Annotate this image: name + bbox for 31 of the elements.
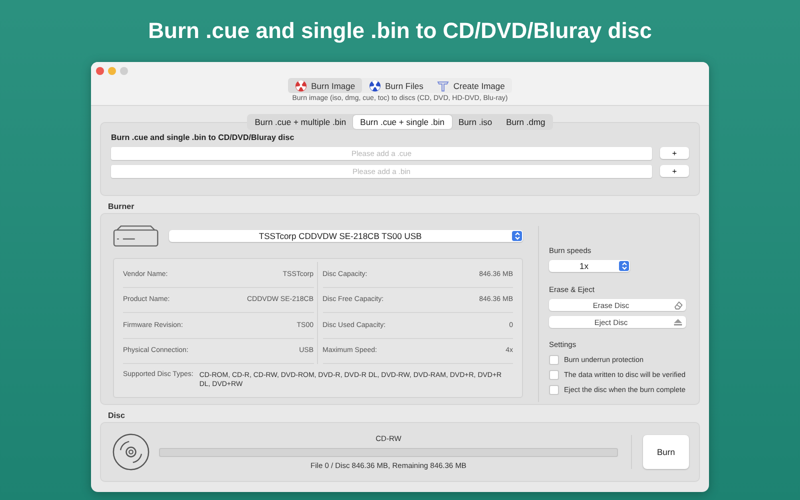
toolbar-button[interactable]: Burn Files: [362, 78, 430, 93]
tab[interactable]: Burn .dmg: [499, 115, 552, 129]
checkbox[interactable]: [549, 354, 559, 364]
checkbox[interactable]: [549, 384, 559, 394]
stepper-icon: [619, 261, 629, 271]
burn-button[interactable]: Burn: [643, 435, 689, 469]
hammer-icon: [437, 80, 450, 92]
zoom-button[interactable]: [120, 67, 128, 75]
radiation-icon: [295, 80, 308, 92]
tab[interactable]: Burn .iso: [452, 115, 500, 129]
headline: Burn .cue and single .bin to CD/DVD/Bluray disc: [147, 17, 653, 45]
eraser-icon: [673, 300, 683, 310]
tab[interactable]: Burn .cue + single .bin: [353, 115, 452, 129]
section-label: Burner: [108, 202, 136, 211]
stepper-icon: [512, 231, 522, 241]
eject-icon: [673, 317, 683, 327]
add-button[interactable]: +: [660, 165, 689, 177]
disc-icon: [112, 433, 150, 471]
drive-icon: [113, 225, 159, 247]
checkbox[interactable]: [549, 370, 559, 380]
tab[interactable]: Burn .cue + multiple .bin: [248, 115, 354, 129]
minimize-button[interactable]: [108, 67, 116, 75]
radiation-icon: [369, 80, 382, 92]
device-dropdown[interactable]: TSSTcorp CDDVDW SE-218CB TS00 USB: [168, 230, 523, 242]
panel-title: Burn .cue and single .bin to CD/DVD/Bluray disc: [111, 133, 296, 142]
section-label: Disc: [108, 411, 126, 420]
toolbar-button[interactable]: Create Image: [430, 78, 512, 93]
add-button[interactable]: +: [660, 147, 689, 159]
close-button[interactable]: [96, 67, 104, 75]
speed-dropdown[interactable]: 1x: [549, 260, 630, 272]
toolbar-button[interactable]: Burn Image: [288, 78, 362, 93]
